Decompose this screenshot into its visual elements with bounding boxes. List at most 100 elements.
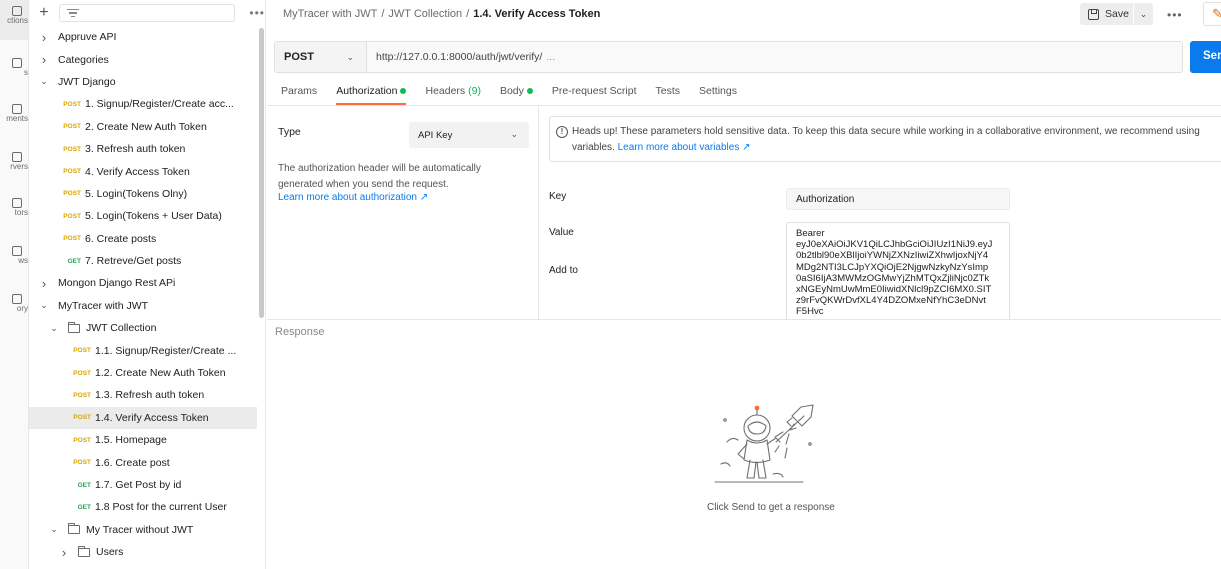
chevron-right-icon[interactable]: ›	[39, 276, 49, 291]
save-dropdown-button[interactable]: ⌄	[1133, 3, 1153, 25]
chevron-down-icon[interactable]: ⌄	[49, 323, 59, 334]
sidebar-request-item[interactable]: POST 1.1. Signup/Register/Create ...	[29, 339, 257, 361]
rail-environments[interactable]: ments	[0, 104, 28, 123]
alert-text: Heads up! These parameters hold sensitiv…	[572, 124, 1221, 156]
rail-collections[interactable]: ctions	[0, 6, 28, 25]
value-input[interactable]: Bearer eyJ0eXAiOiJKV1QiLCJhbGciOiJIUzI1Ni…	[786, 222, 1010, 332]
response-divider[interactable]	[267, 319, 1221, 320]
apis-icon	[12, 58, 22, 68]
sidebar-collection-item[interactable]: › Categories	[29, 48, 257, 70]
sidebar-request-item[interactable]: GET 7. Retreve/Get posts	[29, 250, 257, 272]
method-badge: GET	[67, 257, 81, 265]
save-label: Save	[1105, 8, 1129, 20]
tab-label: Tests	[655, 85, 681, 97]
key-input[interactable]: Authorization	[786, 188, 1010, 210]
new-collection-button[interactable]: +	[37, 5, 51, 21]
tab-params[interactable]: Params	[281, 80, 317, 105]
chevron-down-icon[interactable]: ⌄	[49, 524, 59, 535]
request-tabs: Params Authorization Headers (9) Body Pr…	[281, 80, 756, 106]
sidebar-item-label: Mongon Django Rest APi	[58, 277, 176, 290]
learn-more-authorization-link[interactable]: Learn more about authorization ↗	[278, 192, 428, 203]
sidebar-request-item[interactable]: POST 1.2. Create New Auth Token	[29, 362, 257, 384]
chevron-right-icon[interactable]: ›	[39, 52, 49, 67]
sidebar-request-item[interactable]: POST 1.4. Verify Access Token	[29, 406, 257, 430]
tab-authorization[interactable]: Authorization	[336, 80, 407, 105]
sidebar-folder-item[interactable]: › Users	[29, 541, 257, 563]
sidebar-request-item[interactable]: POST 1.3. Refresh auth token	[29, 384, 257, 406]
tab-settings[interactable]: Settings	[699, 80, 737, 105]
breadcrumb-collection[interactable]: MyTracer with JWT	[283, 8, 377, 20]
method-badge: GET	[77, 481, 91, 489]
rail-history[interactable]: ory	[0, 294, 28, 313]
rail-mock-servers[interactable]: rvers	[0, 152, 28, 171]
tab-headers[interactable]: Headers (9)	[425, 80, 480, 105]
method-badge: POST	[73, 347, 91, 355]
tab-tests[interactable]: Tests	[656, 80, 681, 105]
filter-input[interactable]	[58, 4, 236, 22]
sidebar-item-label: 5. Login(Tokens Olny)	[85, 187, 188, 200]
sidebar-collection-item[interactable]: ⌄ JWT Django	[29, 71, 257, 93]
method-select[interactable]: POST ⌄	[275, 42, 367, 72]
send-button[interactable]: Sen	[1190, 41, 1221, 73]
chevron-down-icon[interactable]: ⌄	[39, 300, 49, 311]
value-line: F5Hvc	[796, 306, 824, 318]
rail-monitors[interactable]: tors	[0, 198, 28, 217]
sidebar-request-item[interactable]: POST 6. Create posts	[29, 228, 257, 250]
breadcrumb-request[interactable]: 1.4. Verify Access Token	[473, 8, 600, 20]
rail-apis[interactable]: s	[0, 58, 28, 77]
sidebar-request-item[interactable]: GET 1.8 Post for the current User	[29, 496, 257, 518]
sidebar-request-item[interactable]: GET 1.7. Get Post by id	[29, 474, 257, 496]
chevron-down-icon[interactable]: ⌄	[39, 76, 49, 87]
method-badge: GET	[77, 503, 91, 511]
sidebar-request-item[interactable]: POST 2. Create New Auth Token	[29, 116, 257, 138]
learn-more-variables-link[interactable]: Learn more about variables ↗	[618, 142, 751, 153]
folder-icon	[68, 321, 80, 333]
save-button[interactable]: Save	[1080, 3, 1141, 25]
method-badge: POST	[63, 212, 81, 220]
tab-body[interactable]: Body	[500, 80, 533, 105]
method-badge: POST	[63, 168, 81, 176]
sidebar-request-item[interactable]: POST 1.5. Homepage	[29, 429, 257, 451]
sidebar-request-item[interactable]: POST 3. Refresh auth token	[29, 138, 257, 160]
sidebar-request-item[interactable]: POST 1.6. Create post	[29, 451, 257, 473]
method-badge: POST	[63, 100, 81, 108]
url-input[interactable]: http://127.0.0.1:8000/auth/jwt/verify/ .…	[367, 42, 1182, 72]
sidebar-toolbar: + •••	[29, 0, 265, 26]
sidebar-collection-item[interactable]: ⌄ MyTracer with JWT	[29, 295, 257, 317]
tab-label: Headers	[425, 85, 466, 97]
sidebar-scrollbar[interactable]	[259, 28, 264, 318]
sidebar-folder-item[interactable]: ⌄ My Tracer without JWT	[29, 519, 257, 541]
sidebar-collection-item[interactable]: › Mongon Django Rest APi	[29, 272, 257, 294]
breadcrumb-separator: /	[466, 8, 470, 20]
edit-icon[interactable]	[1203, 2, 1221, 26]
sidebar-request-item[interactable]: POST 5. Login(Tokens Olny)	[29, 183, 257, 205]
value-line: Bearer	[796, 228, 825, 239]
method-badge: POST	[63, 190, 81, 198]
sidebar-request-item[interactable]: POST 4. Verify Access Token	[29, 160, 257, 182]
chevron-right-icon[interactable]: ›	[39, 30, 49, 45]
empty-response-message: Click Send to get a response	[707, 502, 835, 513]
sidebar-request-item[interactable]: POST 5. Login(Tokens + User Data)	[29, 205, 257, 227]
value-line: MDg2NTI3LCJpYXQiOjE2NjgwNzkyNzYsImp	[796, 261, 989, 273]
request-more-button[interactable]: •••	[1167, 8, 1183, 22]
auth-type-select[interactable]: API Key ⌄	[409, 122, 529, 148]
method-badge: POST	[73, 391, 91, 399]
sidebar-folder-item[interactable]: ⌄ JWT Collection	[29, 317, 257, 339]
auth-type-value: API Key	[418, 130, 453, 141]
request-bar: POST ⌄ http://127.0.0.1:8000/auth/jwt/ve…	[274, 41, 1183, 73]
sidebar-item-label: 7. Retreve/Get posts	[85, 255, 182, 268]
tab-prerequest-script[interactable]: Pre-request Script	[552, 80, 637, 105]
response-title: Response	[275, 326, 325, 338]
sidebar-collection-item[interactable]: › Appruve API	[29, 26, 257, 48]
method-value: POST	[284, 51, 314, 63]
modified-dot-icon	[526, 88, 533, 94]
sidebar-more-button[interactable]: •••	[249, 6, 265, 20]
breadcrumb-folder[interactable]: JWT Collection	[388, 8, 462, 20]
value-line: 0b2tlbl90eXBlIjoiYWNjZXNzIiwiZXhwIjoxNjY…	[796, 250, 989, 262]
sidebar-item-label: 6. Create posts	[85, 232, 157, 245]
sidebar-item-label: 1.2. Create New Auth Token	[95, 367, 226, 380]
chevron-right-icon[interactable]: ›	[59, 545, 69, 560]
sidebar-request-item[interactable]: POST 1. Signup/Register/Create acc...	[29, 93, 257, 115]
rail-flows[interactable]: ws	[0, 246, 28, 265]
sidebar-item-label: MyTracer with JWT	[58, 299, 149, 312]
